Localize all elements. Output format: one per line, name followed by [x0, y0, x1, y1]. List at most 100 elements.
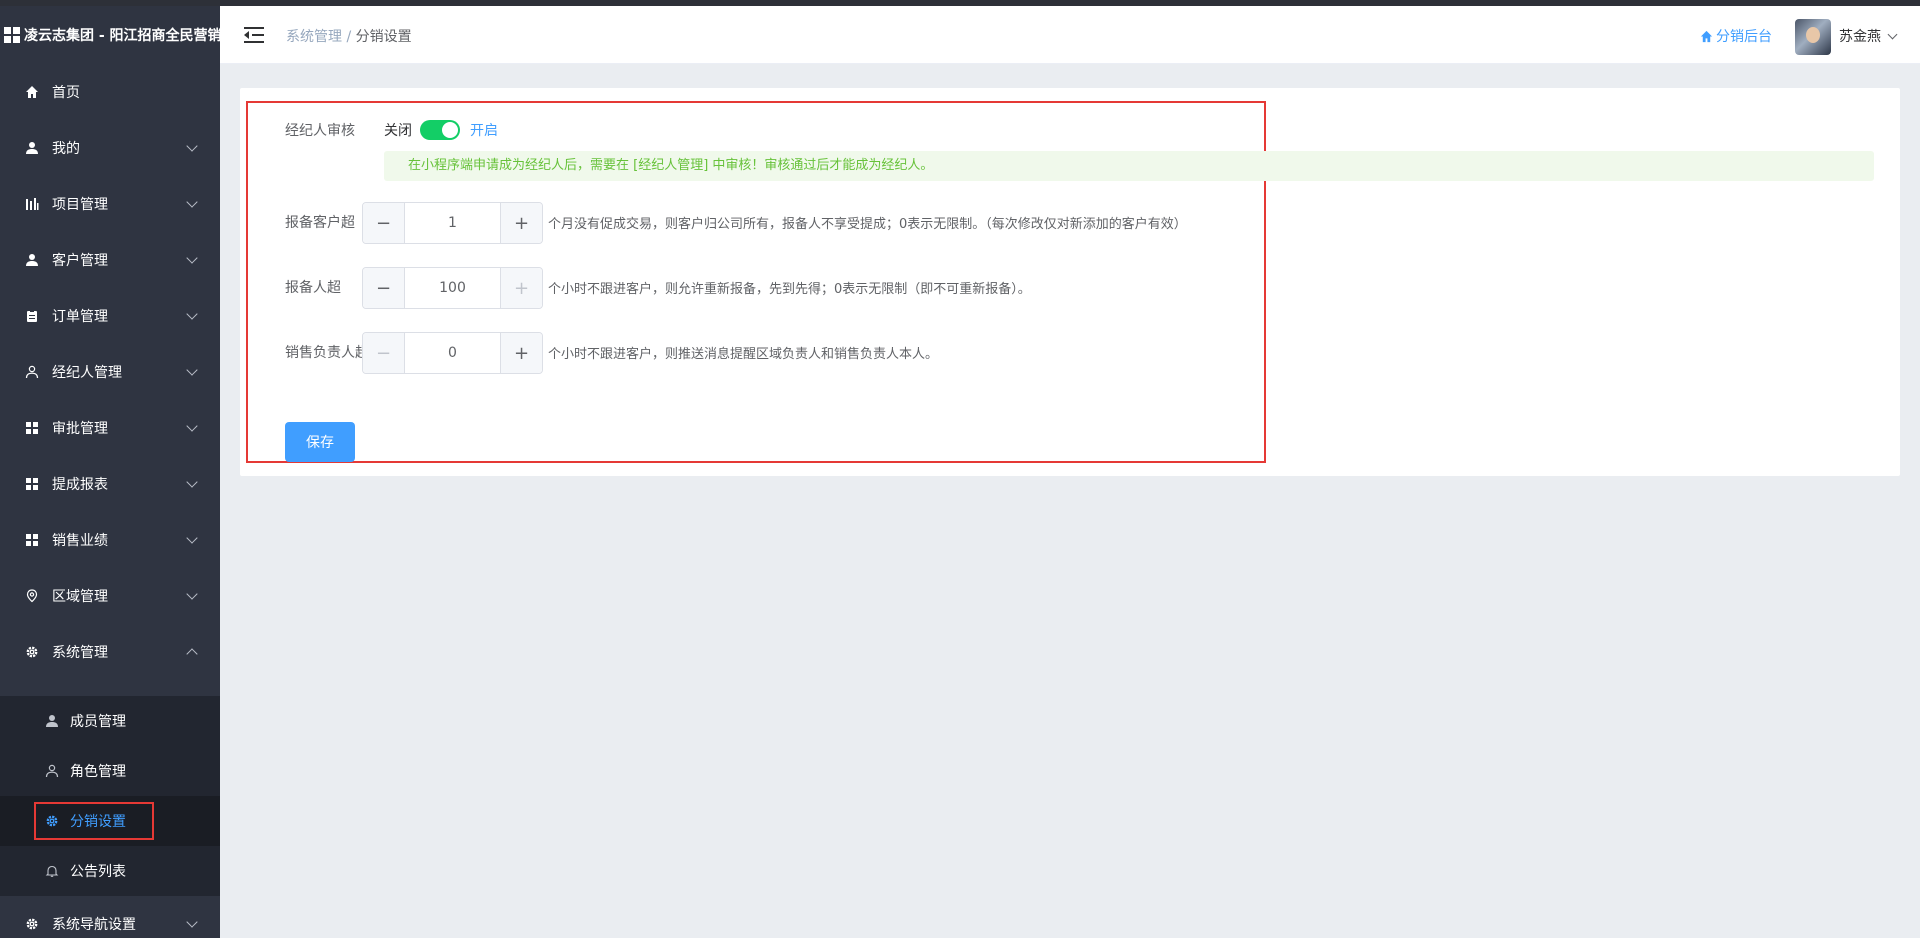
username: 苏金燕: [1839, 29, 1881, 45]
customer-months-stepper: − 1 +: [362, 202, 543, 244]
breadcrumb-parent[interactable]: 系统管理: [286, 29, 342, 45]
grid-icon: [24, 476, 40, 492]
sidebar-item-sales[interactable]: 销售业绩: [0, 512, 220, 568]
sidebar-item-system[interactable]: 系统管理: [0, 624, 220, 680]
sidebar-item-label: 订单管理: [52, 309, 108, 325]
increase-button[interactable]: +: [500, 268, 542, 308]
reporter-label: 报备人超: [285, 280, 341, 296]
sidebar-item-label: 系统管理: [52, 645, 108, 661]
sidebar-subitem-distribution[interactable]: 分销设置: [0, 796, 220, 846]
clipboard-icon: [24, 308, 40, 324]
switch-on-label[interactable]: 开启: [470, 120, 498, 140]
bell-icon: [44, 863, 60, 879]
menu-toggle-icon[interactable]: [244, 27, 264, 43]
audit-toggle-switch[interactable]: [420, 120, 460, 140]
audit-switch-group: 关闭 开启: [384, 120, 498, 140]
sales-hours-input[interactable]: 0: [405, 333, 500, 373]
chevron-down-icon: [186, 364, 198, 376]
user-icon: [24, 140, 40, 156]
sidebar-item-label: 经纪人管理: [52, 365, 122, 381]
chevron-down-icon: [186, 588, 198, 600]
breadcrumb-separator: /: [342, 29, 356, 45]
grid-logo-icon: [4, 27, 20, 43]
audit-tip-alert: 在小程序端申请成为经纪人后，需要在 [经纪人管理] 中审核！审核通过后才能成为经…: [384, 151, 1874, 181]
sidebar-item-regions[interactable]: 区域管理: [0, 568, 220, 624]
sidebar-item-approval[interactable]: 审批管理: [0, 400, 220, 456]
sales-hours-stepper: − 0 +: [362, 332, 543, 374]
sidebar-item-label: 首页: [52, 85, 80, 101]
sidebar-item-label: 项目管理: [52, 197, 108, 213]
grid-icon: [24, 420, 40, 436]
chevron-down-icon: [1887, 29, 1898, 39]
sidebar-subitem-announcements[interactable]: 公告列表: [0, 846, 220, 896]
home-icon: [24, 84, 40, 100]
sidebar: 凌云志集团 - 阳江招商全民营销 首页 我的 项目管理 客户管理 订单管理 经纪…: [0, 6, 220, 938]
sidebar-item-orders[interactable]: 订单管理: [0, 288, 220, 344]
customer-months-input[interactable]: 1: [405, 203, 500, 243]
sidebar-subitem-label: 公告列表: [70, 864, 126, 880]
home-icon: [1700, 30, 1713, 43]
sidebar-item-label: 区域管理: [52, 589, 108, 605]
chart-icon: [24, 196, 40, 212]
gear-icon: [24, 644, 40, 660]
user-outline-icon: [24, 364, 40, 380]
sidebar-item-label: 提成报表: [52, 477, 108, 493]
reporter-hours-input[interactable]: 100: [405, 268, 500, 308]
distribution-backend-label: 分销后台: [1716, 29, 1772, 45]
sidebar-item-home[interactable]: 首页: [0, 64, 220, 120]
sales-description: 个小时不跟进客户，则推送消息提醒区域负责人和销售负责人本人。: [548, 347, 939, 362]
chevron-down-icon: [186, 196, 198, 208]
app-title: 凌云志集团 - 阳江招商全民营销: [24, 28, 220, 44]
increase-button[interactable]: +: [500, 333, 542, 373]
chevron-down-icon: [186, 140, 198, 152]
sidebar-item-label: 系统导航设置: [52, 917, 136, 933]
sidebar-subitem-roles[interactable]: 角色管理: [0, 746, 220, 796]
sidebar-subitem-label: 角色管理: [70, 764, 126, 780]
submenu-spacer: [0, 680, 220, 696]
system-submenu: 成员管理 角色管理 分销设置 公告列表: [0, 696, 220, 896]
reporter-hours-stepper: − 100 +: [362, 267, 543, 309]
user-outline-icon: [44, 763, 60, 779]
increase-button[interactable]: +: [500, 203, 542, 243]
sidebar-item-agents[interactable]: 经纪人管理: [0, 344, 220, 400]
sidebar-item-customers[interactable]: 客户管理: [0, 232, 220, 288]
sidebar-item-nav-settings[interactable]: 系统导航设置: [0, 896, 220, 938]
app-logo[interactable]: 凌云志集团 - 阳江招商全民营销: [0, 6, 220, 64]
gear-icon: [24, 916, 40, 932]
chevron-down-icon: [186, 252, 198, 264]
highlight-box: [34, 802, 154, 840]
chevron-down-icon: [186, 308, 198, 320]
chevron-down-icon: [186, 476, 198, 488]
sidebar-item-label: 销售业绩: [52, 533, 108, 549]
top-header: 系统管理 / 分销设置 分销后台 苏金燕: [220, 6, 1920, 64]
sidebar-subitem-members[interactable]: 成员管理: [0, 696, 220, 746]
reporter-description: 个小时不跟进客户，则允许重新报备，先到先得；0表示无限制（即不可重新报备）。: [548, 282, 1031, 297]
user-icon: [24, 252, 40, 268]
sidebar-item-label: 我的: [52, 141, 80, 157]
customer-label: 报备客户超: [285, 215, 355, 231]
sidebar-item-mine[interactable]: 我的: [0, 120, 220, 176]
switch-off-label[interactable]: 关闭: [384, 120, 412, 140]
user-menu[interactable]: 苏金燕: [1839, 26, 1898, 46]
breadcrumb-current: 分销设置: [355, 29, 412, 45]
save-button[interactable]: 保存: [285, 422, 355, 462]
sidebar-item-projects[interactable]: 项目管理: [0, 176, 220, 232]
chevron-up-icon: [186, 648, 198, 660]
sidebar-subitem-label: 成员管理: [70, 714, 126, 730]
settings-card: 经纪人审核 关闭 开启 在小程序端申请成为经纪人后，需要在 [经纪人管理] 中审…: [240, 88, 1900, 476]
sidebar-item-label: 客户管理: [52, 253, 108, 269]
user-icon: [44, 713, 60, 729]
customer-description: 个月没有促成交易，则客户归公司所有，报备人不享受提成；0表示无限制。（每次修改仅…: [548, 217, 1187, 232]
distribution-backend-link[interactable]: 分销后台: [1700, 26, 1772, 46]
sales-label: 销售负责人超: [285, 345, 369, 361]
grid-icon: [24, 532, 40, 548]
decrease-button[interactable]: −: [363, 203, 405, 243]
breadcrumb: 系统管理 / 分销设置: [286, 26, 412, 46]
avatar[interactable]: [1795, 19, 1831, 55]
sidebar-item-commission[interactable]: 提成报表: [0, 456, 220, 512]
main-content: 经纪人审核 关闭 开启 在小程序端申请成为经纪人后，需要在 [经纪人管理] 中审…: [220, 64, 1920, 938]
decrease-button[interactable]: −: [363, 268, 405, 308]
chevron-down-icon: [186, 532, 198, 544]
sidebar-item-label: 审批管理: [52, 421, 108, 437]
decrease-button[interactable]: −: [363, 333, 405, 373]
